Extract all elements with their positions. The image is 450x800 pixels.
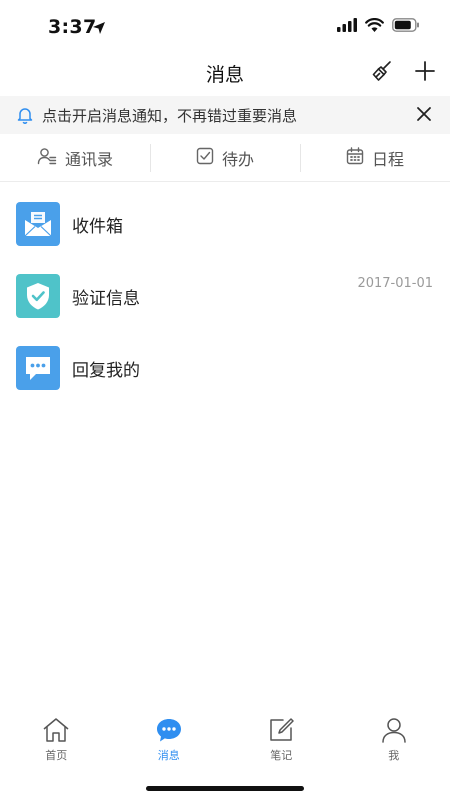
notice-text[interactable]: 点击开启消息通知，不再错过重要消息 [42,105,297,126]
tab-messages-label: 消息 [157,749,180,762]
shield-check-icon [16,274,60,318]
checkbox-icon [196,147,214,169]
tab-messages[interactable]: 消息 [113,710,226,770]
tab-me[interactable]: 我 [338,710,450,770]
tab-notes-label: 笔记 [270,749,293,762]
nav-bar: 消息 [0,52,450,94]
list-item-title: 回复我的 [72,361,140,381]
list-item-title: 收件箱 [72,217,123,237]
signal-icon [337,17,357,36]
close-icon[interactable] [416,106,432,126]
location-arrow-icon [92,20,106,39]
list-item-inbox[interactable]: 收件箱 [0,184,450,256]
tab-todo-label: 待办 [221,149,254,169]
tab-notes[interactable]: 笔记 [225,710,338,770]
home-icon [42,716,70,744]
list-item-replies[interactable]: 回复我的 [0,328,450,400]
bottom-tab-bar: 首页 消息 笔记 我 [0,710,450,770]
battery-icon [392,17,420,36]
tab-home[interactable]: 首页 [0,710,113,770]
status-indicators [337,17,420,36]
notification-notice[interactable]: 点击开启消息通知，不再错过重要消息 [0,96,450,134]
plus-icon[interactable] [414,60,436,86]
chat-bubble-icon [16,346,60,390]
tab-todo[interactable]: 待办 [150,134,300,181]
wifi-icon [365,17,384,36]
tab-home-label: 首页 [45,749,68,762]
contacts-icon [37,147,57,169]
list-item-verification[interactable]: 验证信息 2017-01-01 [0,256,450,328]
message-list: 收件箱 验证信息 2017-01-01 回复我的 [0,184,450,400]
calendar-icon [346,146,364,169]
bell-icon [17,106,33,128]
user-icon [381,716,407,744]
message-icon [155,716,183,744]
tab-schedule-label: 日程 [371,149,404,169]
status-bar: 3:37 [0,0,450,52]
tab-schedule[interactable]: 日程 [300,134,450,181]
status-time: 3:37 [48,16,97,38]
tab-me-label: 我 [388,749,400,762]
broom-icon[interactable] [371,60,393,86]
home-indicator [146,786,304,791]
list-item-date: 2017-01-01 [357,276,433,291]
tab-contacts-label: 通讯录 [64,149,113,169]
mail-icon [16,202,60,246]
list-item-title: 验证信息 [72,289,140,309]
tab-contacts[interactable]: 通讯录 [0,134,150,181]
note-icon [268,716,294,744]
quick-tabs: 通讯录 待办 日程 [0,134,450,182]
